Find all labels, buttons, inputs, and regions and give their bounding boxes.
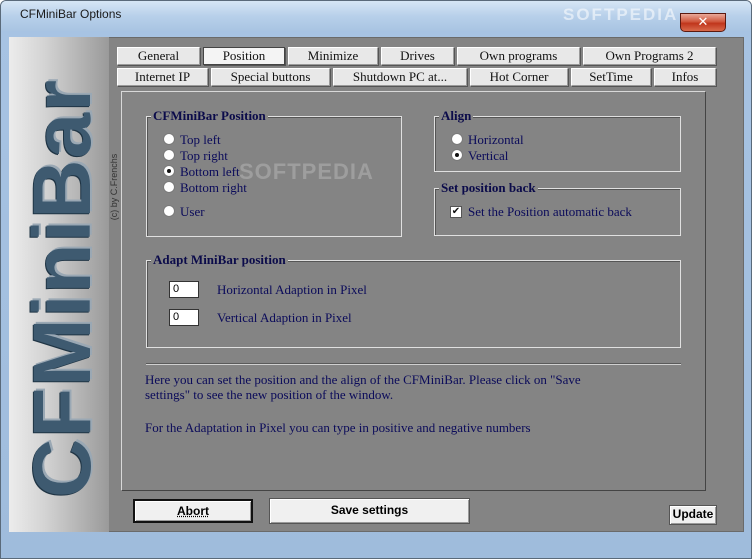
radio-user-label[interactable]: User	[180, 204, 205, 219]
tab-minimize[interactable]: Minimize	[288, 47, 378, 65]
align-group-title: Align	[439, 108, 474, 123]
abort-button-label: Abort	[177, 504, 209, 518]
help-text-line2: settings" to see the new position of the…	[145, 387, 394, 402]
radio-top-right[interactable]	[163, 149, 175, 161]
horizontal-adaption-label: Horizontal Adaption in Pixel	[217, 282, 367, 297]
radio-bottom-left-label[interactable]: Bottom left	[180, 164, 240, 179]
save-settings-button[interactable]: Save settings	[269, 498, 470, 524]
tab-label: SetTime	[589, 69, 633, 84]
tab-label: Shutdown PC at...	[352, 69, 448, 84]
radio-horizontal-label[interactable]: Horizontal	[468, 132, 524, 147]
tab-label: Internet IP	[134, 69, 191, 84]
tab-label: Own programs	[479, 48, 558, 63]
copyright-text: (c) by C.Frenchs	[109, 153, 119, 221]
radio-top-left[interactable]	[163, 133, 175, 145]
radio-bottom-right-label[interactable]: Bottom right	[180, 180, 247, 195]
vertical-adaption-input[interactable]: 0	[169, 309, 199, 326]
tab-label: Position	[222, 48, 266, 63]
tab-settime[interactable]: SetTime	[571, 68, 651, 86]
tab-drives[interactable]: Drives	[381, 47, 454, 65]
title-watermark: SOFTPEDIA	[563, 5, 679, 24]
update-button-label: Update	[672, 507, 714, 521]
side-banner: CFMiniBar (c) by C.Frenchs	[9, 37, 119, 532]
tab-label: Minimize	[307, 48, 359, 63]
abort-button[interactable]: Abort	[133, 499, 253, 523]
radio-horizontal[interactable]	[451, 133, 463, 145]
separator	[146, 363, 681, 365]
radio-top-right-label[interactable]: Top right	[180, 148, 228, 163]
help-text-line1: Here you can set the position and the al…	[145, 372, 581, 387]
adapt-position-title: Adapt MiniBar position	[151, 252, 288, 267]
help-text-line3: For the Adaptation in Pixel you can type…	[145, 420, 531, 435]
tab-label: Drives	[400, 48, 435, 63]
save-settings-label: Save settings	[330, 503, 409, 517]
tab-label: Hot Corner	[489, 69, 549, 84]
close-icon: ✕	[697, 15, 709, 30]
update-button[interactable]: Update	[669, 505, 717, 525]
checkmark-icon: ✔	[451, 206, 461, 217]
app-logo: CFMiniBar	[17, 79, 108, 498]
radio-bottom-right[interactable]	[163, 181, 175, 193]
tab-general[interactable]: General	[117, 47, 200, 65]
tab-own-programs[interactable]: Own programs	[457, 47, 580, 65]
set-position-back-title: Set position back	[439, 180, 538, 195]
position-group-title: CFMiniBar Position	[151, 108, 268, 123]
title-bar[interactable]: CFMiniBar Options SOFTPEDIA ✕	[1, 1, 751, 32]
auto-back-checkbox[interactable]: ✔	[450, 206, 462, 218]
app-window: CFMiniBar Options SOFTPEDIA ✕ CFMiniBar …	[0, 0, 752, 559]
adapt-position-group	[146, 260, 681, 348]
radio-user[interactable]	[163, 205, 175, 217]
tab-infos[interactable]: Infos	[654, 68, 716, 86]
tab-shutdown-pc[interactable]: Shutdown PC at...	[333, 68, 467, 86]
radio-vertical[interactable]	[451, 149, 463, 161]
tab-hot-corner[interactable]: Hot Corner	[470, 68, 568, 86]
tab-special-buttons[interactable]: Special buttons	[211, 68, 330, 86]
window-title: CFMiniBar Options	[20, 7, 122, 21]
tab-label: Infos	[671, 69, 699, 84]
close-button[interactable]: ✕	[680, 13, 726, 32]
horizontal-adaption-input[interactable]: 0	[169, 281, 199, 298]
radio-vertical-label[interactable]: Vertical	[468, 148, 508, 163]
radio-top-left-label[interactable]: Top left	[180, 132, 221, 147]
tab-label: Own Programs 2	[605, 48, 694, 63]
tab-label: Special buttons	[230, 69, 311, 84]
tab-internet-ip[interactable]: Internet IP	[117, 68, 208, 86]
radio-bottom-left[interactable]	[163, 165, 175, 177]
auto-back-label[interactable]: Set the Position automatic back	[468, 204, 632, 219]
vertical-adaption-label: Vertical Adaption in Pixel	[217, 310, 352, 325]
tab-position[interactable]: Position	[203, 47, 285, 65]
tab-own-programs-2[interactable]: Own Programs 2	[583, 47, 716, 65]
tab-label: General	[137, 48, 180, 63]
